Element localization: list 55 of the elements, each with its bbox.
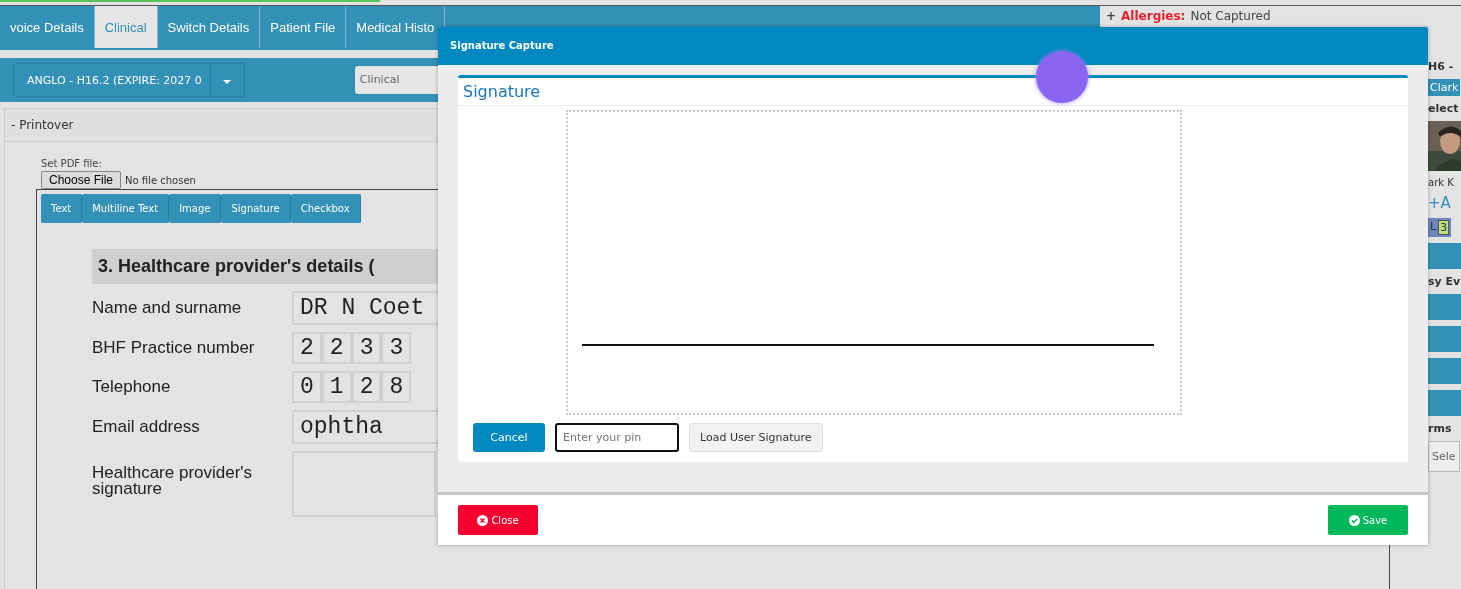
- section-heading: H6 -: [1428, 60, 1454, 73]
- digit-field: 2: [292, 332, 322, 364]
- allergies-label: Allergies:: [1121, 9, 1186, 23]
- check-icon: [1348, 514, 1360, 526]
- tab[interactable]: Switch Details: [157, 6, 261, 48]
- section-heading: elect: [1428, 102, 1459, 115]
- close-icon: [477, 514, 489, 526]
- side-button[interactable]: [1428, 326, 1461, 352]
- side-button[interactable]: [1428, 358, 1461, 384]
- signature-pad[interactable]: [566, 110, 1182, 415]
- select-field[interactable]: Sele: [1428, 441, 1460, 472]
- tab[interactable]: Clinical: [94, 6, 158, 48]
- side-button[interactable]: [1428, 390, 1461, 416]
- digit-field: 1: [321, 371, 352, 403]
- cancel-button[interactable]: Cancel: [473, 423, 545, 452]
- pdf-label: Set PDF file:: [41, 158, 103, 169]
- digit-field: 2: [351, 371, 382, 403]
- section-heading: rms: [1428, 422, 1452, 435]
- tag-label: L: [1430, 220, 1437, 235]
- caret-icon: [222, 78, 233, 85]
- tool-button[interactable]: Text: [41, 194, 83, 223]
- tool-button[interactable]: Image: [169, 194, 222, 223]
- tool-button[interactable]: Signature: [221, 194, 291, 223]
- name-badge: Clark: [1428, 79, 1461, 96]
- save-button[interactable]: Save: [1328, 505, 1408, 535]
- load-signature-button[interactable]: Load User Signature: [689, 423, 823, 452]
- tool-button[interactable]: Checkbox: [290, 194, 361, 223]
- digit-field: 3: [381, 332, 412, 364]
- section-heading: sy Ev: [1428, 275, 1461, 288]
- field-label: Telephone: [92, 379, 172, 395]
- field-label: Name and surname: [92, 300, 243, 316]
- category-select[interactable]: Clinical: [354, 66, 438, 94]
- digit-field: 2: [321, 332, 352, 364]
- add-link[interactable]: +A: [1428, 194, 1451, 212]
- tab[interactable]: voice Details: [0, 6, 95, 48]
- tool-button[interactable]: Multiline Text: [82, 194, 170, 223]
- side-button[interactable]: [1428, 243, 1461, 269]
- add-icon[interactable]: +: [1106, 9, 1117, 23]
- allergies-value: Not Captured: [1190, 9, 1271, 23]
- digit-field: 3: [351, 332, 382, 364]
- file-status: No file chosen: [125, 174, 196, 186]
- field-label: Email address: [92, 419, 201, 435]
- name-label: ark K: [1428, 177, 1454, 188]
- count-badge: 3: [1438, 220, 1450, 235]
- digit-field: 0: [292, 371, 322, 403]
- dialog-title: Signature Capture: [438, 27, 1428, 65]
- digit-field: 8: [381, 371, 412, 403]
- field-label: BHF Practice number: [92, 340, 256, 356]
- choose-file-button[interactable]: Choose File: [41, 171, 122, 189]
- pin-field[interactable]: Enter your pin: [555, 423, 679, 452]
- tab[interactable]: Patient File: [260, 6, 347, 48]
- dropdown-button[interactable]: [209, 64, 244, 96]
- side-button[interactable]: [1428, 294, 1461, 320]
- field-label: Healthcare provider's signature: [92, 465, 254, 497]
- close-button[interactable]: Close: [458, 505, 538, 535]
